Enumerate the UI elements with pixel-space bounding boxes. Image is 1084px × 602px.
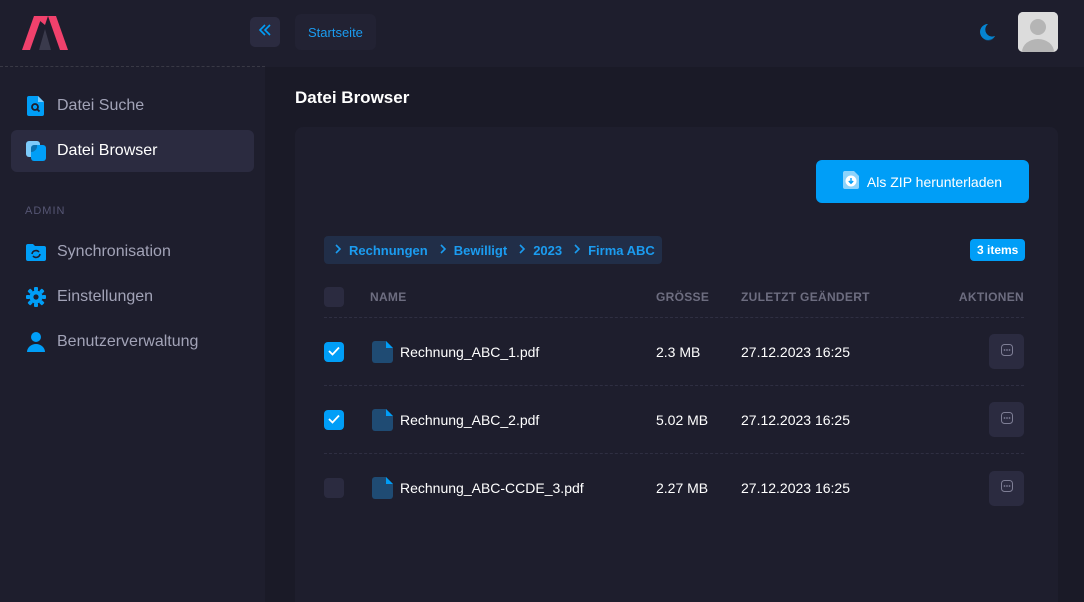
breadcrumb-segment-label: Rechnungen [349,242,428,258]
row-actions-button[interactable] [989,402,1024,437]
file-size: 5.02 MB [656,411,709,428]
file-icon [371,340,395,364]
double-chevron-left-icon [258,23,272,42]
column-header-name[interactable]: NAME [370,290,656,304]
sidebar-item-label: Benutzerverwaltung [57,333,199,350]
sidebar-nav: Datei Suche Datei Browser ADMIN Synchron… [0,67,265,363]
sidebar-item-label: Datei Suche [57,97,145,114]
table-header: NAME GRÖSSE ZULETZT GEÄNDERT AKTIONEN [324,277,1024,318]
download-zip-label: Als ZIP herunterladen [866,173,1003,190]
user-avatar-icon [1018,12,1058,52]
sidebar-item-benutzerverwaltung[interactable]: Benutzerverwaltung [11,321,254,363]
actions-cell [961,334,1024,369]
page-title: Datei Browser [295,88,410,107]
column-header-modified[interactable]: ZULETZT GEÄNDERT [741,290,961,304]
gear-icon [25,286,47,308]
download-zip-button[interactable]: Als ZIP herunterladen [816,160,1029,203]
file-modified: 27.12.2023 16:25 [741,411,850,428]
chevron-right-icon [573,243,581,257]
file-name-cell[interactable]: Rechnung_ABC-CCDE_3.pdf [370,476,656,500]
breadcrumb-segment-label: Firma ABC [588,242,655,258]
admin-section-label: ADMIN [25,205,66,217]
chevron-right-icon [518,243,526,257]
column-header-actions: AKTIONEN [958,290,1024,304]
file-modified: 27.12.2023 16:25 [741,343,850,360]
breadcrumb-home[interactable]: Startseite [295,14,376,50]
file-browser-icon [25,140,47,162]
file-size: 2.3 MB [656,343,701,360]
more-dots-icon [1000,411,1013,429]
sidebar-item-label: Einstellungen [57,288,154,305]
table-row[interactable]: Rechnung_ABC_1.pdf 2.3 MB 27.12.2023 16:… [324,318,1024,386]
folder-sync-icon [25,241,47,263]
file-browser-card: Als ZIP herunterladen Rechnungen Bewilli… [295,127,1058,602]
theme-toggle-button[interactable] [975,20,999,44]
checkmark-icon [328,411,340,429]
file-table: NAME GRÖSSE ZULETZT GEÄNDERT AKTIONEN Re… [324,277,1024,522]
folder-breadcrumb: Rechnungen Bewilligt 2023 Firma ABC [324,236,662,264]
chevron-right-icon [334,243,342,257]
breadcrumb-segment-label: Bewilligt [453,242,508,258]
logo-area [0,0,265,67]
actions-cell [961,402,1024,437]
row-checkbox[interactable] [324,341,344,362]
select-all-cell [324,287,370,307]
sidebar-item-label: Synchronisation [57,243,171,260]
more-dots-icon [1000,479,1013,497]
file-name-cell[interactable]: Rechnung_ABC_2.pdf [370,408,656,432]
row-check-cell [324,478,370,498]
chevron-right-icon [439,243,447,257]
topbar: Startseite [250,0,1084,67]
item-count-badge: 3 items [970,239,1026,261]
breadcrumb-segment[interactable]: Firma ABC [573,243,655,258]
select-all-checkbox[interactable] [324,287,344,307]
download-file-icon [842,171,861,192]
more-dots-icon [1000,343,1013,361]
sidebar-item-datei-suche[interactable]: Datei Suche [11,85,254,127]
file-size: 2.27 MB [656,480,709,496]
row-check-cell [324,341,370,362]
row-checkbox[interactable] [324,409,344,430]
sidebar-collapse-button[interactable] [250,17,280,47]
row-actions-button[interactable] [989,470,1024,506]
row-checkbox[interactable] [324,478,344,498]
file-name: Rechnung_ABC_1.pdf [400,343,540,360]
sidebar: Datei Suche Datei Browser ADMIN Synchron… [0,0,265,602]
actions-cell [961,470,1024,506]
breadcrumb-segment-label: 2023 [533,242,563,258]
column-header-size[interactable]: GRÖSSE [656,290,741,304]
brand-logo[interactable] [20,15,70,51]
file-icon [371,476,395,500]
file-name: Rechnung_ABC_2.pdf [400,411,540,428]
avatar[interactable] [1018,12,1058,52]
file-name: Rechnung_ABC-CCDE_3.pdf [400,480,584,496]
breadcrumb-segment[interactable]: Bewilligt [439,243,507,258]
sidebar-item-datei-browser[interactable]: Datei Browser [11,130,254,172]
table-row[interactable]: Rechnung_ABC_2.pdf 5.02 MB 27.12.2023 16… [324,386,1024,454]
breadcrumb-segment[interactable]: 2023 [518,243,562,258]
row-check-cell [324,409,370,430]
file-search-icon [25,95,47,117]
file-name-cell[interactable]: Rechnung_ABC_1.pdf [370,340,656,364]
sidebar-item-einstellungen[interactable]: Einstellungen [11,276,254,318]
sidebar-item-synchronisation[interactable]: Synchronisation [11,231,254,273]
moon-icon [975,24,999,48]
table-row[interactable]: Rechnung_ABC-CCDE_3.pdf 2.27 MB 27.12.20… [324,454,1024,522]
checkmark-icon [328,343,340,361]
file-modified: 27.12.2023 16:25 [741,480,850,496]
row-actions-button[interactable] [989,334,1024,369]
user-icon [25,331,47,353]
file-icon [371,408,395,432]
sidebar-item-label: Datei Browser [57,142,158,159]
breadcrumb-segment[interactable]: Rechnungen [334,243,428,258]
